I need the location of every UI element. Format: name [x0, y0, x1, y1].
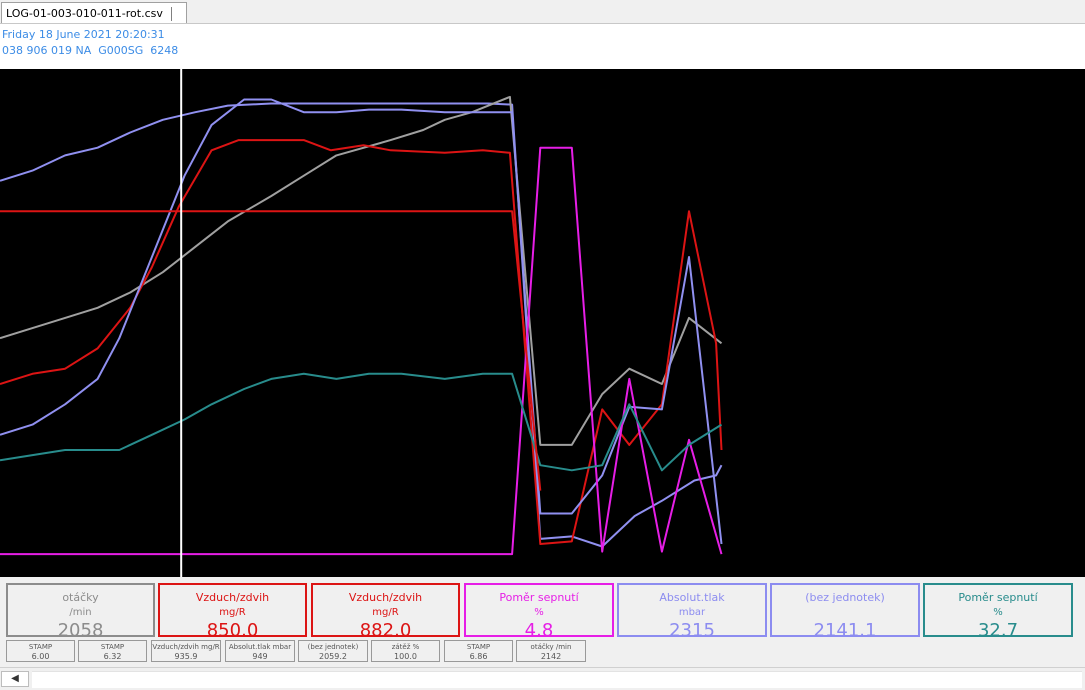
- gauge-panel: otáčky /min 2058 Vzduch/zdvih mg/R 850.0…: [0, 577, 1085, 667]
- gauge-unit: /min: [69, 607, 92, 618]
- mini-value: 949: [252, 652, 268, 661]
- mini-value: 6.00: [31, 652, 50, 661]
- gauge-absolute-pressure[interactable]: Absolut.tlak mbar 2315: [617, 583, 767, 641]
- mini-title: Vzduch/zdvih mg/R: [152, 643, 220, 651]
- gauge-title: Poměr sepnutí: [958, 591, 1038, 604]
- gauge-value: 882.0: [359, 620, 412, 641]
- series-line-1: [0, 95, 723, 446]
- mini-unitless[interactable]: (bez jednotek) 2059.2: [298, 640, 368, 662]
- mini-stamp-2[interactable]: STAMP 6.32: [78, 640, 147, 662]
- mini-rpm[interactable]: otáčky /min 2142: [516, 640, 586, 662]
- gauge-air-mass-spec[interactable]: Vzduch/zdvih mg/R 882.0: [311, 583, 460, 641]
- gauge-title: Vzduch/zdvih: [195, 591, 270, 604]
- series-line-6: [0, 210, 542, 491]
- gauge-title: Poměr sepnutí: [499, 591, 579, 604]
- file-tab[interactable]: LOG-01-003-010-011-rot.csv: [1, 2, 187, 24]
- mini-stamp-3[interactable]: STAMP 6.86: [444, 640, 513, 662]
- horizontal-scrollbar[interactable]: ◀: [0, 667, 1085, 690]
- gauge-duty-cycle-2[interactable]: Poměr sepnutí % 32.7: [923, 583, 1073, 641]
- mini-air-mass[interactable]: Vzduch/zdvih mg/R 935.9: [151, 640, 221, 662]
- gauge-title: Vzduch/zdvih: [348, 591, 423, 604]
- gauge-duty-cycle[interactable]: Poměr sepnutí % 4.8: [464, 583, 614, 641]
- gauge-value: 2058: [57, 620, 104, 641]
- gauge-unitless[interactable]: (bez jednotek) 2141.1: [770, 583, 920, 641]
- gauge-title: otáčky: [62, 591, 99, 604]
- chart-canvas: [0, 69, 723, 577]
- mini-stamp-1[interactable]: STAMP 6.00: [6, 640, 75, 662]
- mini-value: 6.32: [103, 652, 122, 661]
- mini-load[interactable]: zátěž % 100.0: [371, 640, 440, 662]
- gauge-value: 4.8: [524, 620, 554, 641]
- gauge-title: (bez jednotek): [805, 591, 885, 604]
- mini-title: STAMP: [100, 643, 125, 651]
- series-line-4: [0, 146, 723, 556]
- log-info-header: Friday 18 June 2021 20:20:31 038 906 019…: [0, 23, 1085, 70]
- tab-divider: [170, 6, 180, 21]
- gauge-value: 2315: [669, 620, 715, 641]
- gauge-value: 32.7: [977, 620, 1019, 641]
- mini-title: STAMP: [466, 643, 491, 651]
- mini-title: Absolut.tlak mbar: [228, 643, 292, 651]
- mini-title: zátěž %: [391, 643, 420, 651]
- mini-absolute-pressure[interactable]: Absolut.tlak mbar 949: [225, 640, 295, 662]
- mini-title: (bez jednotek): [307, 643, 359, 651]
- mini-value: 100.0: [394, 652, 417, 661]
- mini-value: 935.9: [174, 652, 198, 661]
- mini-title: STAMP: [28, 643, 53, 651]
- mini-value: 2059.2: [319, 652, 347, 661]
- gauge-unit: %: [534, 607, 544, 618]
- log-chart[interactable]: [0, 69, 1085, 577]
- mini-title: otáčky /min: [530, 643, 572, 651]
- series-line-5: [0, 372, 723, 472]
- gauge-value: 850.0: [206, 620, 259, 641]
- gauge-unit: %: [993, 607, 1003, 618]
- gauge-rpm[interactable]: otáčky /min 2058: [6, 583, 155, 641]
- tab-bar: LOG-01-003-010-011-rot.csv: [0, 0, 1085, 24]
- mini-value: 6.86: [469, 652, 488, 661]
- mini-value: 2142: [540, 652, 562, 661]
- scroll-left-icon[interactable]: ◀: [1, 671, 29, 687]
- gauge-title: Absolut.tlak: [659, 591, 725, 604]
- gauge-unit: mbar: [678, 607, 706, 618]
- vehicle-info: 038 906 019 NA G000SG 6248: [2, 44, 179, 57]
- log-date: Friday 18 June 2021 20:20:31: [2, 28, 165, 41]
- gauge-value: 2141.1: [813, 620, 877, 641]
- gauge-unit: mg/R: [219, 607, 246, 618]
- scroll-track[interactable]: [32, 671, 1082, 688]
- gauge-air-mass[interactable]: Vzduch/zdvih mg/R 850.0: [158, 583, 307, 641]
- gauge-unit: mg/R: [372, 607, 399, 618]
- file-tab-label: LOG-01-003-010-011-rot.csv: [6, 7, 163, 20]
